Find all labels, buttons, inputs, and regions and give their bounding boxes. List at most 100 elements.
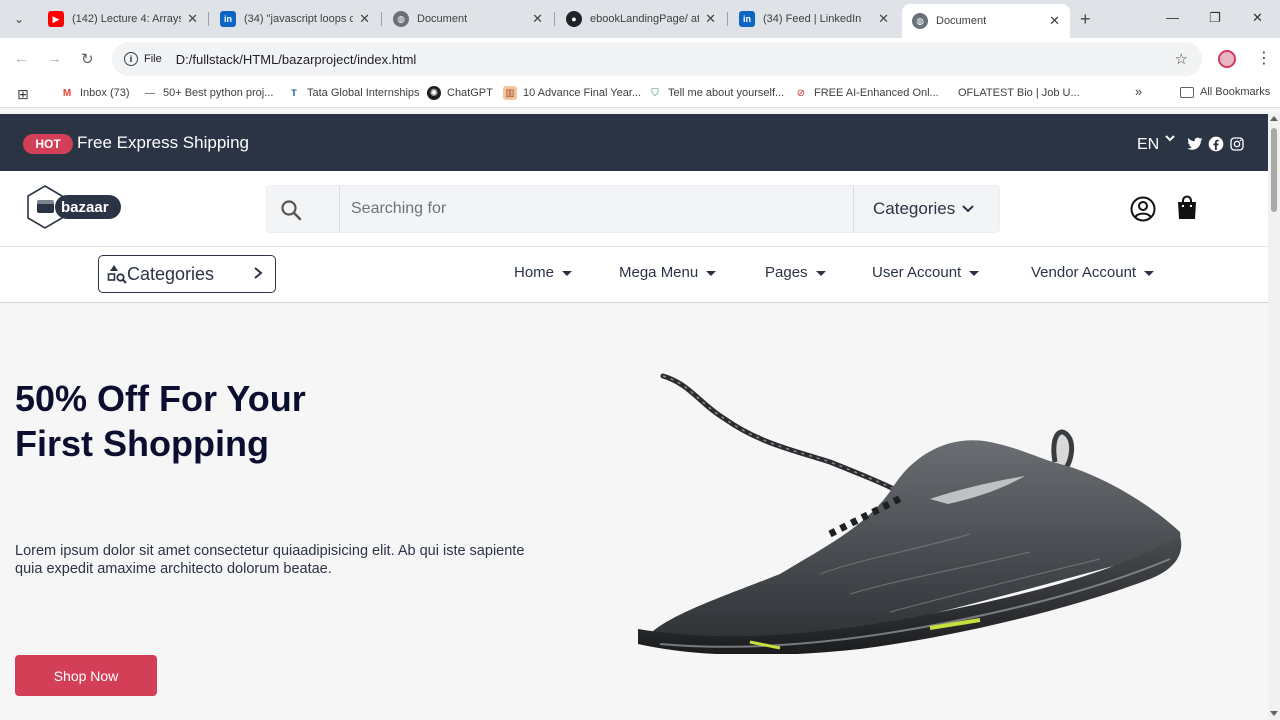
- close-tab-icon[interactable]: ✕: [187, 11, 198, 27]
- browser-tab-2[interactable]: in (34) "javascript loops c ✕: [210, 6, 380, 32]
- nav-item-vendor-account[interactable]: Vendor Account: [1031, 264, 1155, 281]
- hero-title-line-1: 50% Off For Your: [15, 378, 306, 419]
- instagram-icon[interactable]: [1229, 136, 1245, 152]
- chatgpt-icon: ✺: [427, 86, 441, 100]
- bookmark-star-icon[interactable]: ☆: [1175, 50, 1188, 68]
- bookmarks-overflow-icon[interactable]: »: [1135, 84, 1142, 99]
- nav-label: User Account: [872, 264, 962, 281]
- bookmark-item[interactable]: M Inbox (73): [60, 86, 130, 100]
- bookmark-label: All Bookmarks: [1200, 86, 1271, 98]
- globe-icon: ◍: [912, 13, 928, 29]
- forward-arrow-icon[interactable]: →: [47, 50, 62, 67]
- browser-tab-3[interactable]: ◍ Document ✕: [383, 6, 553, 32]
- bazaar-logo[interactable]: bazaar: [25, 185, 125, 229]
- tab-title: (34) "javascript loops c: [244, 13, 354, 25]
- facebook-icon[interactable]: [1208, 136, 1224, 152]
- reload-icon[interactable]: ↻: [81, 50, 94, 68]
- hero-description: Lorem ipsum dolor sit amet consectetur q…: [15, 543, 525, 577]
- close-tab-icon[interactable]: ✕: [532, 11, 543, 27]
- bookmarks-bar: ⊞ M Inbox (73) — 50+ Best python proj...…: [0, 80, 1280, 108]
- url-text[interactable]: D:/fullstack/HTML/bazarproject/index.htm…: [176, 52, 417, 67]
- browser-tab-1[interactable]: ▶ (142) Lecture 4: Arrays ✕: [38, 6, 208, 32]
- bookmark-item[interactable]: ⛉ Tell me about yourself...: [648, 86, 784, 100]
- shopping-bag-icon[interactable]: [1175, 195, 1199, 221]
- close-tab-icon[interactable]: ✕: [705, 11, 716, 27]
- bookmark-item[interactable]: ⊘ FREE AI-Enhanced Onl...: [794, 86, 939, 100]
- browser-tab-active[interactable]: ◍ Document ✕: [902, 4, 1070, 38]
- restore-icon[interactable]: ❐: [1209, 10, 1221, 26]
- tab-search-chevron-icon[interactable]: ⌄: [8, 8, 30, 30]
- twitter-icon[interactable]: [1187, 136, 1203, 152]
- main-navbar: Categories Home Mega Menu Pages User Acc…: [0, 247, 1268, 303]
- tab-title: Document: [936, 15, 987, 27]
- bookmark-item[interactable]: ✺ ChatGPT: [427, 86, 493, 100]
- back-arrow-icon[interactable]: ←: [14, 50, 29, 67]
- close-tab-icon[interactable]: ✕: [878, 11, 889, 27]
- search-divider: [853, 186, 854, 232]
- bookmark-label: ChatGPT: [447, 87, 493, 99]
- tab-title: (142) Lecture 4: Arrays: [72, 13, 182, 25]
- nav-label: Vendor Account: [1031, 264, 1137, 281]
- all-bookmarks-folder[interactable]: All Bookmarks: [1180, 86, 1270, 98]
- bookmark-item[interactable]: T Tata Global Internships: [287, 86, 419, 100]
- caret-down-icon: [706, 271, 717, 276]
- bookmark-item[interactable]: ▥ 10 Advance Final Year...: [503, 86, 641, 100]
- categories-menu-button[interactable]: Categories: [98, 255, 276, 293]
- language-selector[interactable]: EN: [1137, 136, 1159, 154]
- search-input[interactable]: [341, 186, 851, 232]
- browser-tab-strip: ⌄ ▶ (142) Lecture 4: Arrays ✕ in (34) "j…: [0, 0, 1280, 38]
- chevron-down-icon[interactable]: [1164, 132, 1176, 146]
- nav-label: Pages: [765, 264, 808, 281]
- scrollbar-thumb[interactable]: [1271, 128, 1277, 212]
- browser-tab-5[interactable]: in (34) Feed | LinkedIn ✕: [729, 6, 899, 32]
- bookmark-label: OFLATEST Bio | Job U...: [958, 87, 1080, 99]
- nav-item-pages[interactable]: Pages: [765, 264, 826, 281]
- chevron-right-icon: [254, 267, 263, 279]
- close-tab-icon[interactable]: ✕: [1049, 13, 1060, 29]
- address-bar[interactable]: i File D:/fullstack/HTML/bazarproject/in…: [112, 42, 1202, 76]
- user-account-icon[interactable]: [1130, 196, 1156, 222]
- close-window-icon[interactable]: ✕: [1252, 10, 1263, 26]
- browser-menu-icon[interactable]: ⋮: [1256, 48, 1272, 68]
- bookmark-label: FREE AI-Enhanced Onl...: [814, 87, 939, 99]
- leaf-icon: ⛉: [651, 87, 659, 99]
- gmail-icon: M: [62, 87, 72, 99]
- scroll-up-arrow-icon[interactable]: [1270, 116, 1278, 121]
- close-tab-icon[interactable]: ✕: [359, 11, 370, 27]
- page-scrollbar[interactable]: [1268, 114, 1280, 720]
- search-icon[interactable]: [279, 198, 303, 222]
- blank-icon: [938, 86, 952, 100]
- info-icon[interactable]: i: [124, 52, 138, 66]
- browser-tab-4[interactable]: ● ebookLandingPage/ at ✕: [556, 6, 726, 32]
- dash-icon: —: [145, 87, 155, 99]
- nav-item-user-account[interactable]: User Account: [872, 264, 980, 281]
- category-dropdown-label: Categories: [873, 199, 956, 218]
- shipping-text: Free Express Shipping: [77, 133, 249, 152]
- caret-down-icon: [969, 271, 980, 276]
- github-icon: ●: [566, 11, 582, 27]
- bookmark-item[interactable]: OFLATEST Bio | Job U...: [938, 86, 1080, 100]
- tab-title: Document: [417, 13, 468, 25]
- search-category-dropdown[interactable]: Categories: [873, 199, 975, 219]
- nav-item-home[interactable]: Home: [514, 264, 573, 281]
- tab-separator: [727, 12, 728, 26]
- scroll-down-arrow-icon[interactable]: [1270, 711, 1278, 716]
- nav-label: Mega Menu: [619, 264, 699, 281]
- shop-now-button[interactable]: Shop Now: [15, 655, 157, 696]
- category-search-icon: [107, 265, 127, 284]
- scheme-label: File: [144, 53, 162, 65]
- search-divider: [339, 186, 340, 232]
- caret-down-icon: [1144, 271, 1155, 276]
- globe-icon: ◍: [393, 11, 409, 27]
- bookmark-item[interactable]: — 50+ Best python proj...: [143, 86, 273, 100]
- profile-avatar[interactable]: [1218, 50, 1236, 68]
- nav-label: Home: [514, 264, 555, 281]
- new-tab-button[interactable]: +: [1080, 9, 1091, 30]
- folder-icon: [1180, 86, 1194, 98]
- nav-item-mega-menu[interactable]: Mega Menu: [619, 264, 717, 281]
- hero-shoe-image: [638, 373, 1182, 654]
- apps-grid-icon[interactable]: ⊞: [17, 86, 29, 103]
- minimize-icon[interactable]: —: [1166, 10, 1179, 25]
- hot-badge: HOT: [23, 134, 73, 154]
- announcement-bar: HOT Free Express Shipping EN: [0, 114, 1268, 171]
